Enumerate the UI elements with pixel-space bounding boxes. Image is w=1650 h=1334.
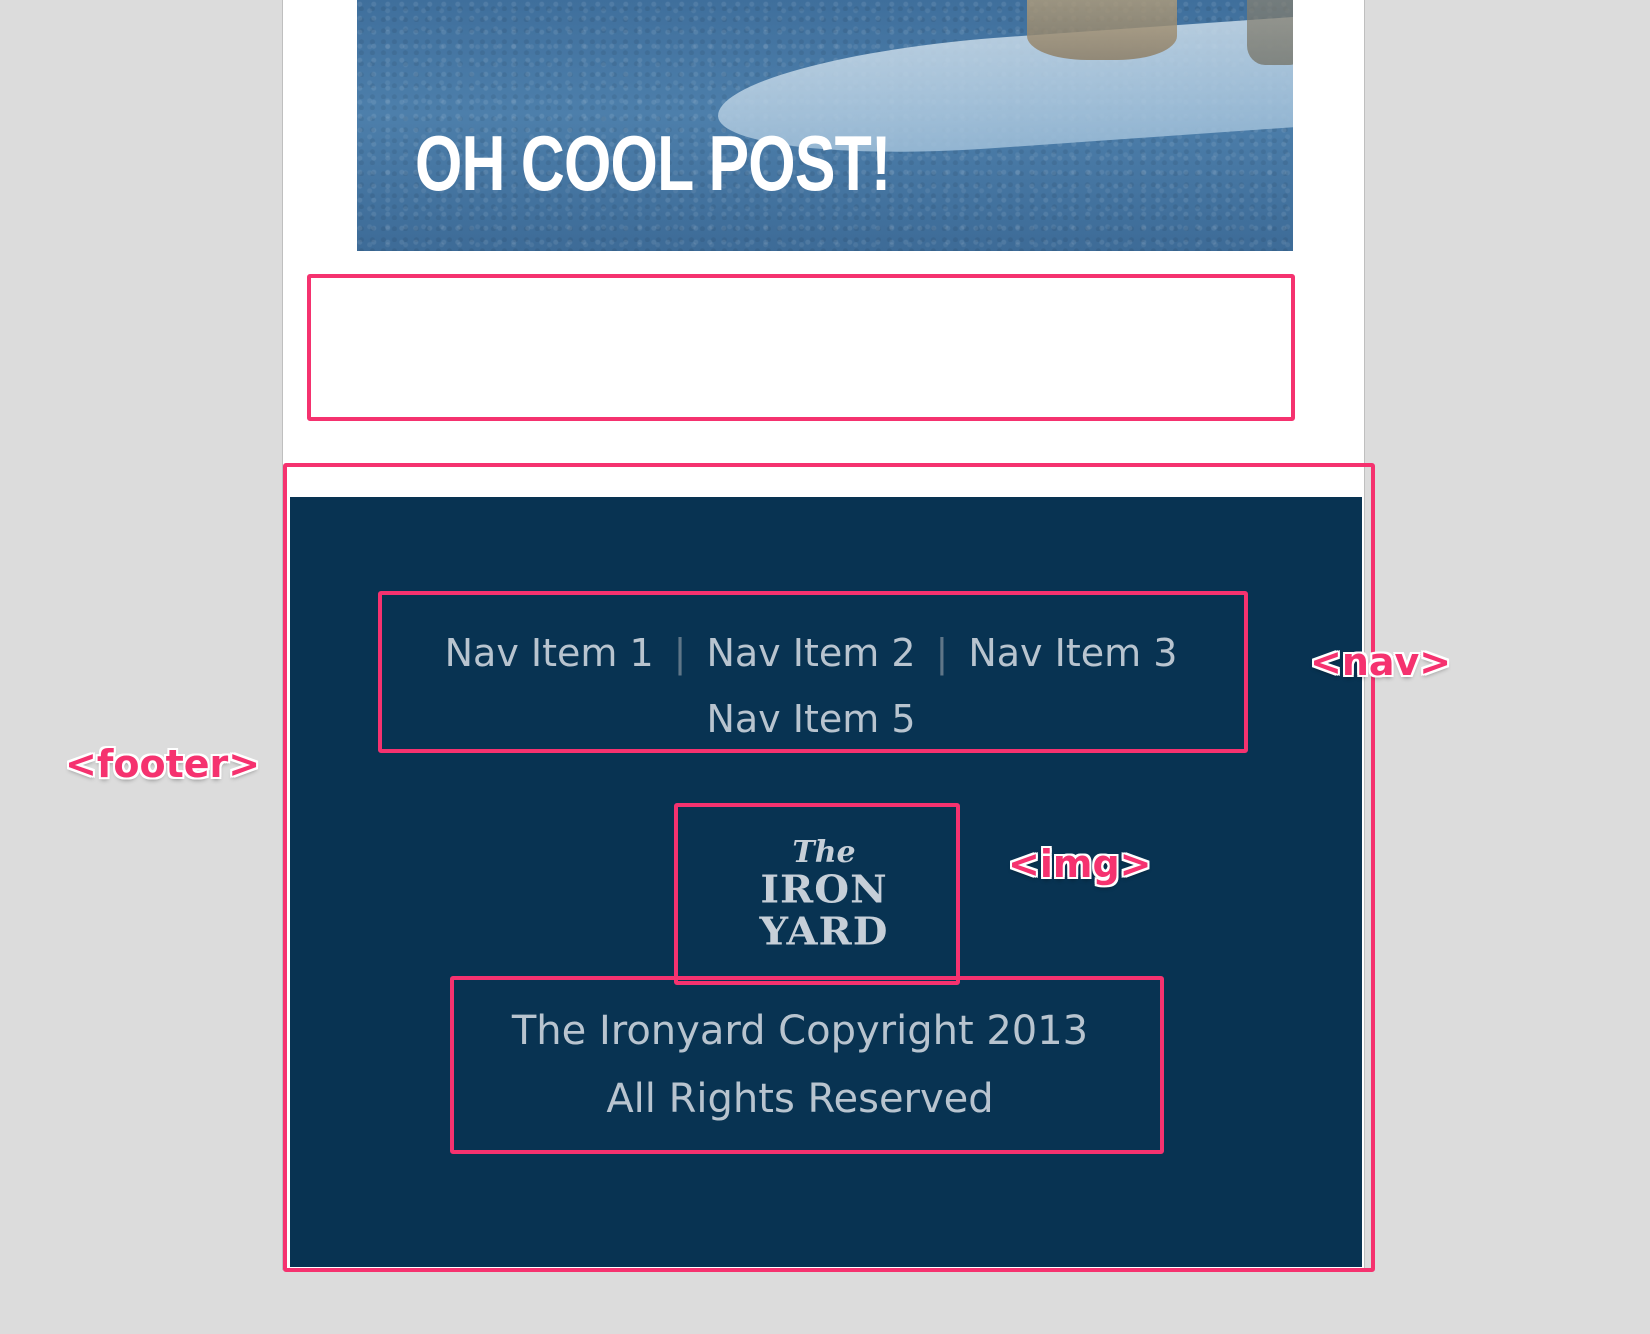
empty-section-box bbox=[307, 274, 1295, 421]
img-annotation-label: <img> bbox=[1008, 842, 1152, 886]
copyright-annotation-box bbox=[450, 976, 1164, 1154]
hero-image[interactable]: OH COOL POST! bbox=[357, 0, 1293, 251]
mockup-stage: OH COOL POST! Nav Item 1 | Nav Item 2 | Nav … bbox=[0, 0, 1650, 1334]
nav-annotation-box bbox=[378, 591, 1248, 753]
footer-annotation-label: <footer> bbox=[65, 742, 261, 786]
img-annotation-box bbox=[674, 803, 960, 985]
surfer-feet-shape bbox=[1027, 0, 1177, 60]
nav-annotation-label: <nav> bbox=[1310, 640, 1452, 684]
hero-title: OH COOL POST! bbox=[415, 119, 891, 207]
surfer-leg-shape bbox=[1247, 0, 1293, 65]
